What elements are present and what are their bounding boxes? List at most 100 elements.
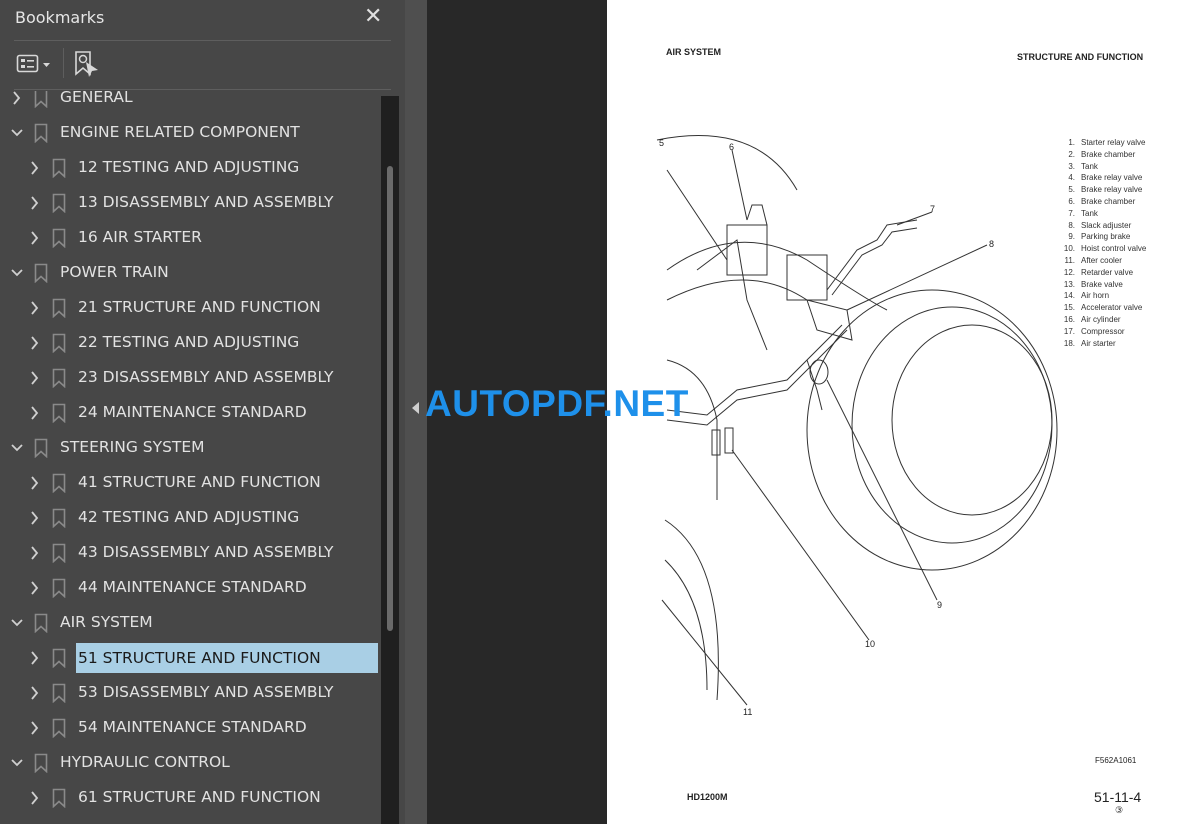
bookmark-item[interactable]: 23 DISASSEMBLY AND ASSEMBLY — [0, 363, 381, 393]
legend-item: 14. Air horn — [1062, 290, 1146, 302]
find-current-bookmark-button[interactable] — [74, 50, 100, 78]
bookmark-item[interactable]: 24 MAINTENANCE STANDARD — [0, 398, 381, 428]
legend-item: 16. Air cylinder — [1062, 314, 1146, 326]
bookmark-item[interactable]: 13 DISASSEMBLY AND ASSEMBLY — [0, 188, 381, 218]
bookmark-label: ENGINE RELATED COMPONENT — [60, 123, 300, 141]
bookmark-item[interactable]: 54 MAINTENANCE STANDARD — [0, 713, 381, 743]
legend-item: 12. Retarder valve — [1062, 267, 1146, 279]
bookmark-item[interactable]: 44 MAINTENANCE STANDARD — [0, 573, 381, 603]
chevron-right-icon[interactable] — [29, 159, 41, 177]
bookmark-item[interactable]: AIR SYSTEM — [0, 608, 381, 638]
legend-item: 2. Brake chamber — [1062, 149, 1146, 161]
bookmark-icon — [52, 333, 66, 353]
chevron-right-icon[interactable] — [29, 579, 41, 597]
legend-text: Brake relay valve — [1081, 173, 1143, 183]
bookmark-label: 51 STRUCTURE AND FUNCTION — [76, 643, 378, 673]
bookmark-label: 44 MAINTENANCE STANDARD — [78, 578, 307, 596]
scrollbar[interactable] — [381, 96, 399, 824]
chevron-down-icon[interactable] — [11, 124, 23, 142]
bookmark-icon — [52, 298, 66, 318]
legend-text: Compressor — [1081, 326, 1125, 336]
bookmark-item[interactable]: 61 STRUCTURE AND FUNCTION — [0, 783, 381, 813]
legend-item: 15. Accelerator valve — [1062, 302, 1146, 314]
legend-number: 8. — [1068, 220, 1075, 230]
scrollbar-thumb[interactable] — [387, 166, 393, 631]
bookmark-label: GENERAL — [60, 91, 133, 106]
page-number: 51-11-4 — [1094, 789, 1142, 805]
chevron-right-icon[interactable] — [29, 789, 41, 807]
bookmark-icon — [52, 578, 66, 598]
options-menu-button[interactable] — [16, 53, 52, 75]
chevron-right-icon[interactable] — [29, 299, 41, 317]
legend-text: Air horn — [1081, 291, 1110, 301]
legend-number: 3. — [1068, 161, 1075, 171]
bookmark-item[interactable]: 41 STRUCTURE AND FUNCTION — [0, 468, 381, 498]
bookmark-item[interactable]: 53 DISASSEMBLY AND ASSEMBLY — [0, 678, 381, 708]
chevron-right-icon[interactable] — [29, 544, 41, 562]
chevron-down-icon[interactable] — [11, 264, 23, 282]
divider — [14, 40, 391, 41]
pdf-page: AIR SYSTEM STRUCTURE AND FUNCTION 5 6 7 … — [607, 0, 1200, 824]
chevron-right-icon[interactable] — [11, 91, 23, 107]
close-icon[interactable]: ✕ — [364, 4, 382, 29]
divider — [14, 89, 391, 90]
bookmark-label: 12 TESTING AND ADJUSTING — [78, 158, 300, 176]
revision-mark: ③ — [1115, 805, 1124, 815]
bookmark-item[interactable]: GENERAL — [0, 91, 381, 113]
bookmark-item[interactable]: 43 DISASSEMBLY AND ASSEMBLY — [0, 538, 381, 568]
legend-number: 14. — [1063, 291, 1075, 301]
legend-item: 3. Tank — [1062, 161, 1146, 173]
bookmark-label: 21 STRUCTURE AND FUNCTION — [78, 298, 321, 316]
bookmark-item[interactable]: STEERING SYSTEM — [0, 433, 381, 463]
bookmark-icon — [34, 438, 48, 458]
chevron-down-icon[interactable] — [11, 614, 23, 632]
chevron-right-icon[interactable] — [29, 509, 41, 527]
legend-text: Accelerator valve — [1081, 303, 1143, 313]
chevron-right-icon[interactable] — [29, 719, 41, 737]
bookmark-icon — [34, 613, 48, 633]
legend-item: 13. Brake valve — [1062, 279, 1146, 291]
bookmark-item[interactable]: 22 TESTING AND ADJUSTING — [0, 328, 381, 358]
bookmark-item[interactable]: 16 AIR STARTER — [0, 223, 381, 253]
bookmark-item[interactable]: 51 STRUCTURE AND FUNCTION — [0, 643, 381, 673]
chevron-right-icon[interactable] — [29, 369, 41, 387]
air-system-diagram — [656, 135, 1058, 706]
chevron-right-icon[interactable] — [29, 474, 41, 492]
chevron-down-icon[interactable] — [11, 439, 23, 457]
bookmark-item[interactable]: 21 STRUCTURE AND FUNCTION — [0, 293, 381, 323]
bookmark-icon — [34, 753, 48, 773]
bookmark-icon — [52, 683, 66, 703]
chevron-right-icon[interactable] — [29, 649, 41, 667]
chevron-right-icon[interactable] — [29, 684, 41, 702]
chevron-down-icon[interactable] — [11, 754, 23, 772]
bookmark-icon — [52, 158, 66, 178]
legend-text: Brake relay valve — [1081, 185, 1143, 195]
legend-item: 7. Tank — [1062, 208, 1146, 220]
legend-text: Tank — [1081, 161, 1098, 171]
chevron-right-icon[interactable] — [29, 334, 41, 352]
legend-text: Hoist control valve — [1081, 244, 1147, 254]
legend-number: 2. — [1068, 149, 1075, 159]
legend-number: 15. — [1063, 303, 1075, 313]
chevron-right-icon[interactable] — [29, 229, 41, 247]
bookmark-item[interactable]: POWER TRAIN — [0, 258, 381, 288]
legend-item: 4. Brake relay valve — [1062, 172, 1146, 184]
bookmark-item[interactable]: HYDRAULIC CONTROL — [0, 748, 381, 778]
chevron-right-icon[interactable] — [29, 404, 41, 422]
callout-11: 11 — [743, 707, 753, 717]
callout-7: 7 — [930, 204, 936, 214]
bookmark-item[interactable]: 12 TESTING AND ADJUSTING — [0, 153, 381, 183]
bookmark-item[interactable]: 42 TESTING AND ADJUSTING — [0, 503, 381, 533]
legend-number: 13. — [1063, 279, 1075, 289]
figure-id: F562A1061 — [1095, 756, 1137, 765]
bookmark-icon — [52, 718, 66, 738]
bookmark-label: STEERING SYSTEM — [60, 438, 205, 456]
legend-text: Brake valve — [1081, 279, 1123, 289]
legend-item: 6. Brake chamber — [1062, 196, 1146, 208]
bookmark-item[interactable]: ENGINE RELATED COMPONENT — [0, 118, 381, 148]
bookmark-label: 16 AIR STARTER — [78, 228, 202, 246]
collapse-panel-icon[interactable] — [412, 402, 419, 414]
legend-item: 10. Hoist control valve — [1062, 243, 1146, 255]
legend-number: 9. — [1068, 232, 1075, 242]
chevron-right-icon[interactable] — [29, 194, 41, 212]
